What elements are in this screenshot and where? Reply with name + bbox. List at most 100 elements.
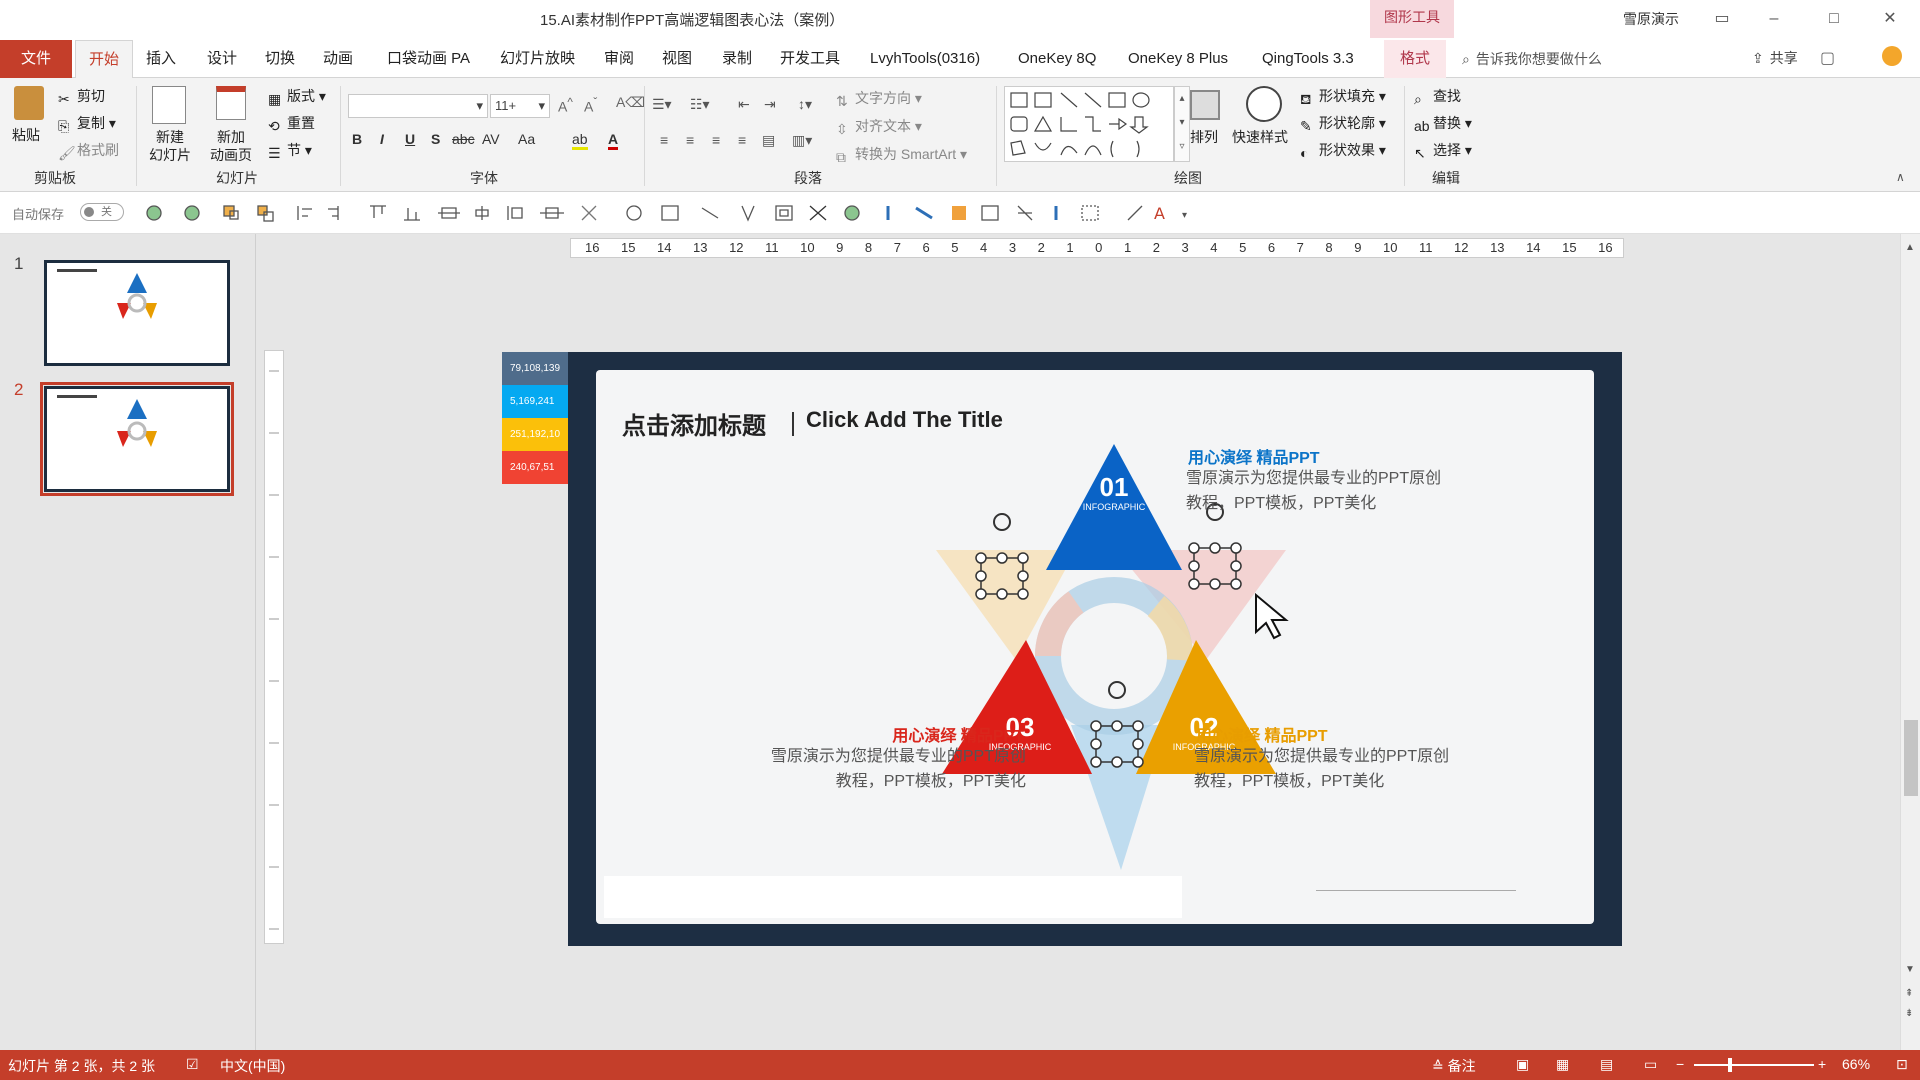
change-case-button[interactable]: Aa (518, 131, 535, 147)
quick-styles-button[interactable]: 快速样式 (1232, 128, 1288, 146)
tab-slideshow[interactable]: 幻灯片放映 (500, 40, 575, 78)
footer-placeholder[interactable] (604, 876, 1182, 918)
select-button[interactable]: ↖ 选择 ▾ (1414, 140, 1472, 161)
tab-insert[interactable]: 插入 (146, 40, 176, 78)
item-01-title[interactable]: 用心演绎 精品PPT (1188, 444, 1320, 468)
slide-canvas[interactable]: 点击添加标题 Click Add The Title 01 INFOGRAPHI… (596, 370, 1594, 924)
autosave-toggle[interactable]: 关 (80, 203, 124, 221)
copy-button[interactable]: ⎘ 复制 ▾ (58, 113, 116, 134)
align-center-icon[interactable]: ≡ (686, 132, 694, 148)
share-button[interactable]: ⇪ 共享 (1752, 48, 1798, 68)
highlight-button[interactable]: ab (572, 131, 588, 150)
quick-access-icons[interactable]: A ▾ (142, 202, 1282, 224)
paste-button[interactable]: 粘贴 (12, 126, 40, 144)
quick-styles-icon[interactable] (1246, 86, 1282, 122)
numbering-icon[interactable]: ☷▾ (690, 96, 710, 113)
align-text-button[interactable]: ⇳ 对齐文本 ▾ (836, 116, 922, 137)
slide-thumbnail-1[interactable] (44, 260, 230, 366)
bullets-icon[interactable]: ☰▾ (652, 96, 672, 113)
tab-developer[interactable]: 开发工具 (780, 40, 840, 78)
infographic-graphic[interactable] (596, 370, 1594, 924)
zoom-in-icon[interactable]: + (1818, 1056, 1826, 1072)
item-03-title[interactable]: 用心演绎 精品PPT (874, 722, 1024, 746)
collapse-ribbon-icon[interactable]: ∧ (1896, 170, 1905, 184)
character-spacing-button[interactable]: AV (482, 131, 500, 147)
zoom-slider[interactable] (1694, 1064, 1814, 1066)
font-color-button[interactable]: A (608, 131, 619, 150)
reading-view-icon[interactable]: ▤ (1600, 1056, 1613, 1073)
scroll-up-icon[interactable]: ▲ (1905, 242, 1915, 253)
comments-icon[interactable]: ▢ (1820, 48, 1835, 68)
align-right-icon[interactable]: ≡ (712, 132, 720, 148)
strikethrough-button[interactable]: abc (452, 131, 475, 147)
language-indicator[interactable]: 中文(中国) (220, 1056, 285, 1076)
tab-design[interactable]: 设计 (207, 40, 237, 78)
new-slide-icon[interactable] (152, 86, 186, 124)
slide-sorter-icon[interactable]: ▦ (1556, 1056, 1569, 1073)
tab-record[interactable]: 录制 (722, 40, 752, 78)
convert-smartart-button[interactable]: ⧉ 转换为 SmartArt ▾ (836, 144, 967, 165)
shape-effects-button[interactable]: ◐ 形状效果 ▾ (1300, 140, 1386, 161)
item-01-body[interactable]: 雪原演示为您提供最专业的PPT原创教程，PPT模板，PPT美化 (1186, 466, 1456, 516)
font-size-select[interactable]: 11+ ▾ (490, 94, 550, 118)
tab-qingtools[interactable]: QingTools 3.3 (1262, 40, 1354, 78)
layout-button[interactable]: ▦ 版式 ▾ (268, 86, 326, 107)
item-03-body[interactable]: 雪原演示为您提供最专业的PPT原创教程，PPT模板，PPT美化 (756, 744, 1026, 794)
color-swatch[interactable]: 79,108,139 (502, 352, 568, 385)
user-name[interactable]: 雪原演示 (1623, 9, 1679, 29)
clear-formatting-icon[interactable]: A⌫ (616, 94, 645, 111)
tab-format[interactable]: 格式 (1384, 40, 1446, 78)
zoom-slider-thumb[interactable] (1728, 1058, 1732, 1072)
increase-indent-icon[interactable]: ⇥ (764, 96, 776, 113)
shape-fill-button[interactable]: ⛾ 形状填充 ▾ (1300, 86, 1386, 107)
font-name-select[interactable]: ▾ (348, 94, 488, 118)
tab-file[interactable]: 文件 (0, 40, 72, 78)
cut-button[interactable]: ✂ 剪切 (58, 86, 105, 107)
underline-button[interactable]: U (405, 131, 415, 147)
smiley-feedback-icon[interactable] (1882, 46, 1902, 66)
shape-outline-button[interactable]: ✎ 形状轮廓 ▾ (1300, 113, 1386, 134)
maximize-icon[interactable]: □ (1820, 6, 1848, 32)
spellcheck-icon[interactable]: ☑ (186, 1056, 199, 1073)
ribbon-display-options-icon[interactable]: ▭ (1708, 6, 1736, 32)
tab-home[interactable]: 开始 (75, 40, 133, 78)
slideshow-icon[interactable]: ▭ (1644, 1056, 1657, 1073)
new-animation-page-button[interactable]: 新加 动画页 (202, 128, 260, 164)
previous-slide-icon[interactable]: ⇞ (1905, 988, 1913, 999)
format-painter-button[interactable]: 🖌格式刷 (58, 140, 119, 161)
paste-icon[interactable] (14, 86, 44, 120)
tab-review[interactable]: 审阅 (604, 40, 634, 78)
tab-lvyhtools[interactable]: LvyhTools(0316) (870, 40, 980, 78)
new-animation-page-icon[interactable] (216, 86, 246, 120)
distribute-icon[interactable]: ▤ (762, 132, 775, 149)
slide-counter[interactable]: 幻灯片 第 2 张，共 2 张 (8, 1056, 155, 1076)
arrange-button[interactable]: 排列 (1190, 128, 1218, 146)
justify-icon[interactable]: ≡ (738, 132, 746, 148)
tab-view[interactable]: 视图 (662, 40, 692, 78)
tab-animations[interactable]: 动画 (323, 40, 353, 78)
tab-onekey-8q[interactable]: OneKey 8Q (1018, 40, 1096, 78)
zoom-level[interactable]: 66% (1842, 1056, 1870, 1072)
text-direction-button[interactable]: ⇅ 文字方向 ▾ (836, 88, 922, 109)
item-02-title[interactable]: 用心演绎 精品PPT (1196, 722, 1328, 746)
scroll-down-icon[interactable]: ▼ (1905, 964, 1915, 975)
shapes-gallery-scroll[interactable]: ▴ ▾ ▿ (1174, 86, 1190, 162)
tab-transitions[interactable]: 切换 (265, 40, 295, 78)
columns-icon[interactable]: ▥▾ (792, 132, 812, 149)
close-icon[interactable]: ✕ (1876, 6, 1904, 32)
scrollbar-thumb[interactable] (1904, 720, 1918, 796)
notes-button[interactable]: ≙ 备注 (1432, 1056, 1476, 1076)
color-swatch[interactable]: 5,169,241 (502, 385, 568, 418)
fit-to-window-icon[interactable]: ⊡ (1896, 1056, 1908, 1073)
decrease-indent-icon[interactable]: ⇤ (738, 96, 750, 113)
slide-thumbnail-2[interactable] (40, 382, 234, 496)
replace-button[interactable]: ab 替换 ▾ (1414, 113, 1472, 134)
tell-me-search[interactable]: ⌕ 告诉我你想要做什么 (1462, 40, 1602, 78)
tab-onekey-8-plus[interactable]: OneKey 8 Plus (1128, 40, 1228, 78)
shadow-button[interactable]: S (431, 131, 440, 147)
italic-button[interactable]: I (380, 131, 384, 147)
minimize-icon[interactable]: – (1760, 6, 1788, 32)
vertical-scrollbar[interactable]: ▲ ▼ ⇞ ⇟ (1900, 234, 1920, 1050)
increase-font-size-icon[interactable]: A^ (558, 96, 573, 115)
zoom-out-icon[interactable]: − (1676, 1056, 1684, 1072)
